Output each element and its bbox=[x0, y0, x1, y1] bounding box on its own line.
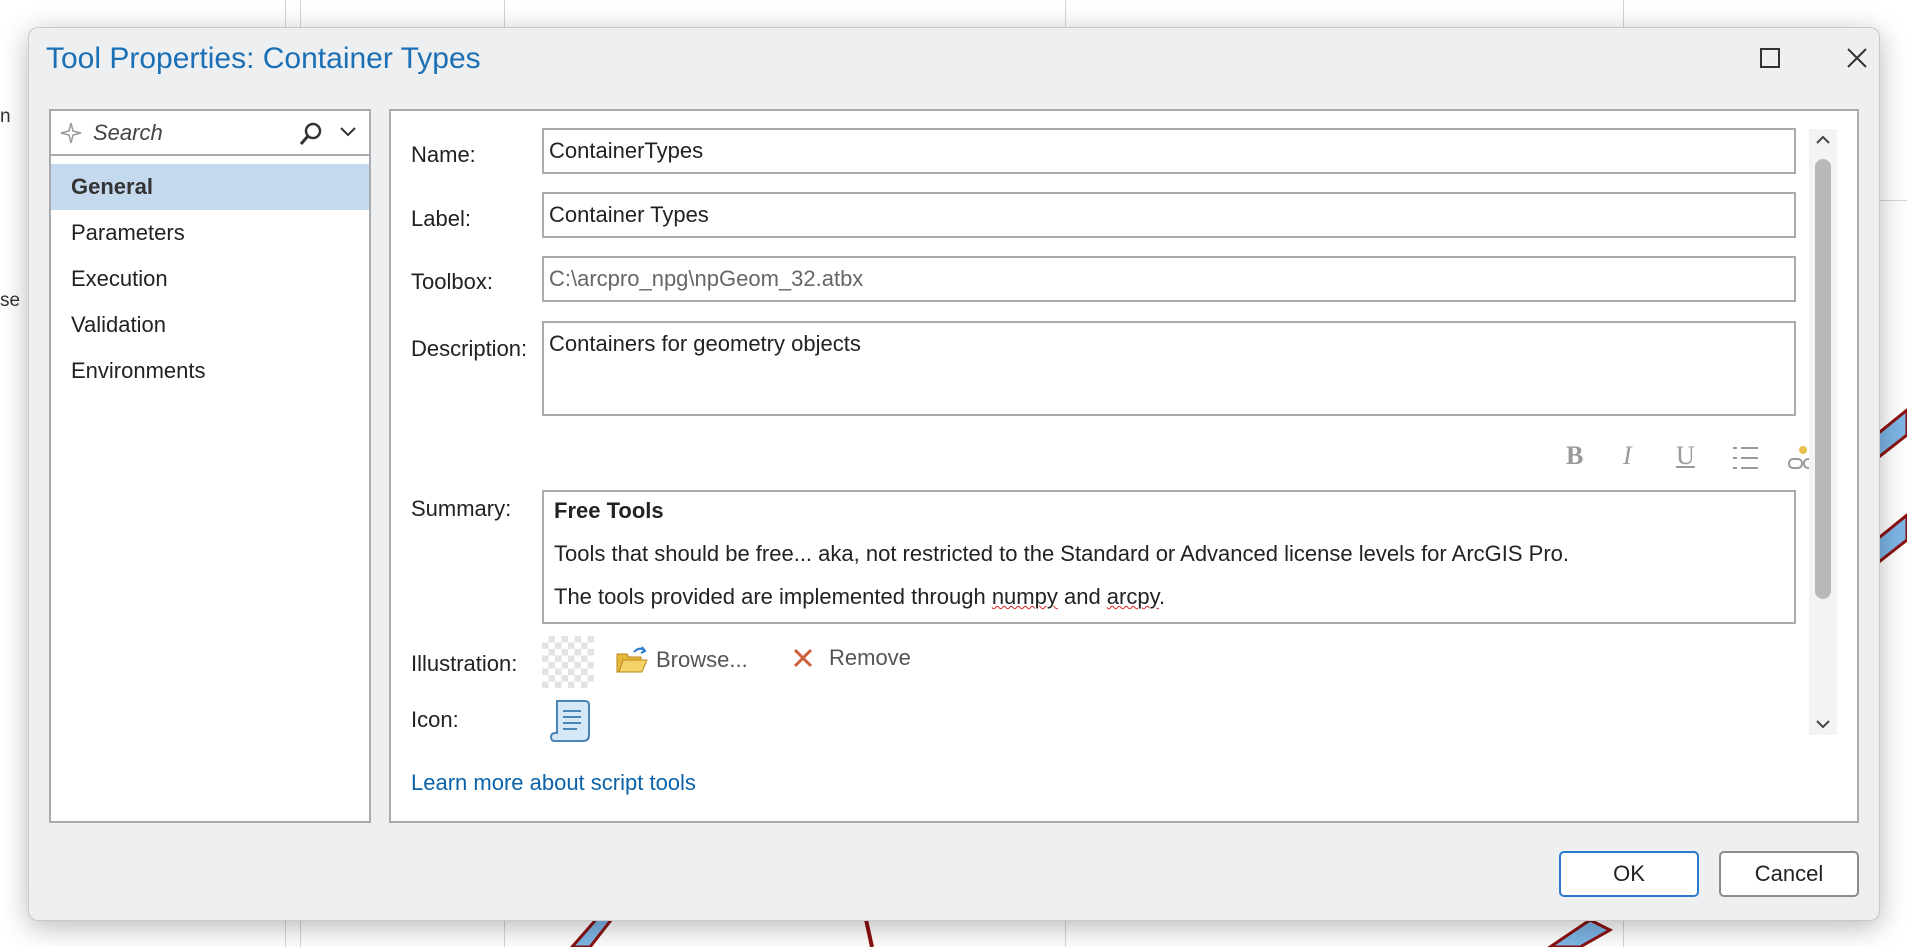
search-box bbox=[51, 111, 369, 156]
illustration-preview bbox=[542, 636, 594, 688]
close-button[interactable] bbox=[1835, 38, 1879, 78]
summary-text: and bbox=[1057, 584, 1107, 609]
summary-text: The tools provided are implemented throu… bbox=[554, 584, 992, 609]
chevron-down-icon[interactable] bbox=[339, 125, 357, 139]
sparkle-icon bbox=[60, 122, 82, 144]
spelling-flag: arcpy bbox=[1106, 584, 1159, 609]
summary-line-2: The tools provided are implemented throu… bbox=[554, 582, 1784, 612]
dialog-title: Tool Properties: Container Types bbox=[46, 42, 481, 75]
vertical-scrollbar[interactable] bbox=[1809, 129, 1837, 735]
summary-text: . bbox=[1158, 584, 1166, 609]
nav-item-validation[interactable]: Validation bbox=[51, 302, 369, 348]
toolbox-label: Toolbox: bbox=[411, 269, 493, 294]
bold-button[interactable]: B bbox=[1566, 441, 1583, 471]
toolbox-field: C:\arcpro_npg\npGeom_32.atbx bbox=[542, 256, 1796, 302]
description-label: Description: bbox=[411, 336, 528, 361]
background-text: se bbox=[0, 290, 21, 311]
summary-heading: Free Tools bbox=[554, 498, 664, 523]
name-field[interactable]: ContainerTypes bbox=[542, 128, 1796, 174]
search-input[interactable] bbox=[91, 117, 310, 149]
tool-properties-dialog: Tool Properties: Container Types General… bbox=[28, 27, 1880, 921]
title-bar: Tool Properties: Container Types bbox=[29, 28, 1879, 90]
category-nav: General Parameters Execution Validation … bbox=[49, 109, 371, 823]
remove-label: Remove bbox=[829, 645, 911, 670]
nav-item-general[interactable]: General bbox=[51, 164, 369, 210]
icon-label: Icon: bbox=[411, 707, 459, 732]
label-label: Label: bbox=[411, 206, 471, 231]
cancel-button[interactable]: Cancel bbox=[1719, 851, 1859, 897]
illustration-label: Illustration: bbox=[411, 651, 518, 676]
nav-item-environments[interactable]: Environments bbox=[51, 348, 369, 394]
chevron-down-icon[interactable] bbox=[1813, 715, 1833, 733]
italic-button[interactable]: I bbox=[1623, 441, 1632, 471]
search-icon[interactable] bbox=[298, 121, 324, 147]
nav-item-parameters[interactable]: Parameters bbox=[51, 210, 369, 256]
nav-list: General Parameters Execution Validation … bbox=[51, 164, 369, 394]
summary-line-1: Tools that should be free... aka, not re… bbox=[554, 541, 1569, 566]
summary-label: Summary: bbox=[411, 496, 512, 521]
maximize-button[interactable] bbox=[1748, 38, 1792, 78]
browse-label: Browse... bbox=[656, 647, 748, 672]
scrollbar-thumb[interactable] bbox=[1815, 159, 1831, 599]
spelling-flag: numpy bbox=[991, 584, 1058, 609]
close-icon bbox=[1847, 48, 1867, 68]
name-label: Name: bbox=[411, 142, 476, 167]
bulleted-list-icon[interactable] bbox=[1731, 443, 1759, 473]
background-text: n bbox=[0, 106, 11, 127]
underline-button[interactable]: U bbox=[1676, 441, 1695, 471]
background-gridline bbox=[1880, 200, 1907, 201]
chevron-up-icon[interactable] bbox=[1813, 131, 1833, 149]
ok-button[interactable]: OK bbox=[1559, 851, 1699, 897]
general-panel: Name: ContainerTypes Label: Container Ty… bbox=[389, 109, 1859, 823]
browse-button[interactable]: Browse... bbox=[616, 645, 748, 675]
label-field[interactable]: Container Types bbox=[542, 192, 1796, 238]
summary-editor[interactable]: Free Tools Tools that should be free... … bbox=[542, 490, 1796, 624]
learn-more-link[interactable]: Learn more about script tools bbox=[411, 770, 696, 796]
open-folder-icon bbox=[616, 646, 648, 673]
remove-button[interactable]: Remove bbox=[791, 645, 911, 671]
nav-item-execution[interactable]: Execution bbox=[51, 256, 369, 302]
maximize-icon bbox=[1760, 48, 1780, 68]
close-icon bbox=[793, 648, 813, 668]
script-scroll-icon bbox=[549, 700, 590, 742]
description-field[interactable]: Containers for geometry objects bbox=[542, 321, 1796, 416]
